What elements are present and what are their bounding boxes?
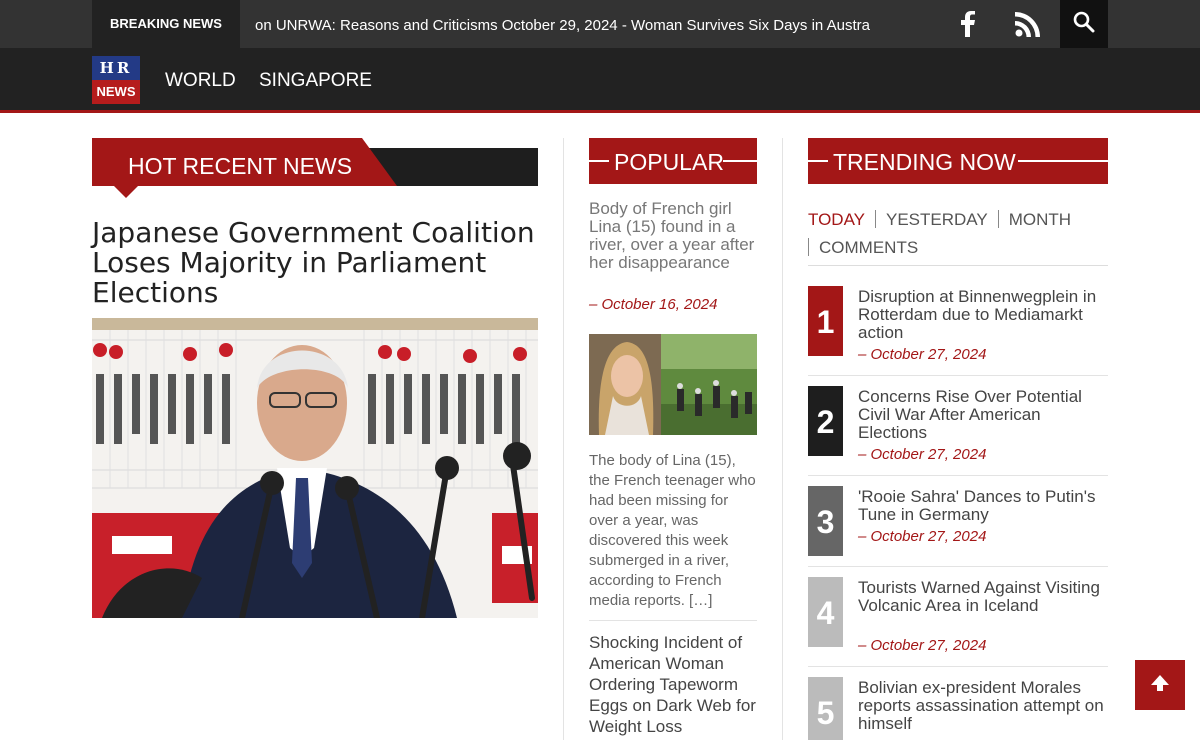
popular-article-1-title[interactable]: Body of French girl Lina (15) found in a… <box>589 200 757 272</box>
column-divider-right <box>782 138 783 740</box>
trending-tabs: TODAY YESTERDAY MONTH COMMENTS <box>808 206 1108 262</box>
trending-separator <box>808 666 1108 667</box>
popular-article-2-title[interactable]: Shocking Incident of American Woman Orde… <box>589 632 757 737</box>
trending-item-date: – October 27, 2024 <box>858 446 987 463</box>
arrow-up-icon <box>1150 673 1170 698</box>
trending-item-title[interactable]: Concerns Rise Over Potential Civil War A… <box>858 388 1108 442</box>
rss-icon[interactable] <box>998 0 1058 48</box>
column-divider-left <box>563 138 564 740</box>
nav-item-world[interactable]: WORLD <box>165 48 236 110</box>
tab-divider <box>997 210 999 228</box>
rank-badge: 1 <box>808 286 843 356</box>
trending-item-title[interactable]: Bolivian ex-president Morales reports as… <box>858 679 1108 733</box>
popular-article-1-date: – October 16, 2024 <box>589 296 718 313</box>
popular-article-1-excerpt: The body of Lina (15), the French teenag… <box>589 452 756 609</box>
logo-top-text: HR <box>92 56 140 80</box>
tabs-underline <box>808 265 1108 266</box>
tab-divider <box>808 238 809 256</box>
main-article-image[interactable] <box>92 318 538 618</box>
rank-badge: 2 <box>808 386 843 456</box>
trending-title: TRENDING NOW <box>833 149 1016 175</box>
navbar-accent-line <box>0 110 1200 113</box>
header-line-right <box>723 160 757 162</box>
tab-yesterday[interactable]: YESTERDAY <box>886 206 988 234</box>
tab-comments[interactable]: COMMENTS <box>819 234 918 262</box>
main-article-headline[interactable]: Japanese Government Coalition Loses Majo… <box>92 218 538 308</box>
breaking-news-label: BREAKING NEWS <box>92 0 240 48</box>
main-navbar: HR NEWS WORLD SINGAPORE <box>0 48 1200 110</box>
popular-article-1-image[interactable] <box>589 334 757 435</box>
logo-bottom-text: NEWS <box>92 80 140 104</box>
site-logo[interactable]: HR NEWS <box>92 56 140 104</box>
tab-today[interactable]: TODAY <box>808 206 865 234</box>
trending-separator <box>808 375 1108 376</box>
search-button[interactable] <box>1060 0 1108 48</box>
back-to-top-button[interactable] <box>1135 660 1185 710</box>
trending-item-title[interactable]: 'Rooie Sahra' Dances to Putin's Tune in … <box>858 488 1108 524</box>
popular-title: POPULAR <box>614 149 724 175</box>
hot-news-header: HOT RECENT NEWS <box>92 138 538 200</box>
trending-item-date: – October 27, 2024 <box>858 346 987 363</box>
header-line-left <box>589 160 609 162</box>
trending-header: TRENDING NOW <box>808 138 1108 184</box>
breaking-news-ticker[interactable]: on UNRWA: Reasons and Criticisms October… <box>240 0 940 48</box>
header-line-right <box>1018 160 1108 162</box>
nav-item-singapore[interactable]: SINGAPORE <box>259 48 372 110</box>
hot-news-title: HOT RECENT NEWS <box>128 153 353 179</box>
popular-separator <box>589 620 757 621</box>
trending-separator <box>808 566 1108 567</box>
breaking-news-bar: BREAKING NEWS on UNRWA: Reasons and Crit… <box>0 0 1200 48</box>
search-icon <box>1073 11 1095 38</box>
rank-badge: 3 <box>808 486 843 556</box>
trending-item-title[interactable]: Tourists Warned Against Visiting Volcani… <box>858 579 1108 615</box>
facebook-icon[interactable] <box>938 0 998 48</box>
trending-item-title[interactable]: Disruption at Binnenwegplein in Rotterda… <box>858 288 1108 342</box>
rank-badge: 5 <box>808 677 843 740</box>
trending-item-date: – October 27, 2024 <box>858 528 987 545</box>
rank-badge: 4 <box>808 577 843 647</box>
popular-header: POPULAR <box>589 138 757 184</box>
tab-divider <box>875 210 876 228</box>
hot-news-header-notch <box>114 186 138 198</box>
header-line-left <box>808 160 828 162</box>
trending-separator <box>808 475 1108 476</box>
trending-item-date: – October 27, 2024 <box>858 637 987 654</box>
tab-month[interactable]: MONTH <box>1009 206 1071 234</box>
